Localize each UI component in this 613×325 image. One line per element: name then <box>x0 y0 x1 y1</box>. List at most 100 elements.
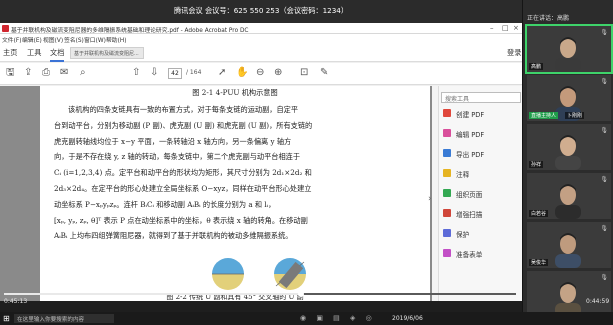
menu-edit[interactable]: 编辑(E) <box>22 35 42 44</box>
tool-label: 导出 PDF <box>456 151 485 159</box>
meeting-title: 腾讯会议 会议号：625 550 253（会议密码：1234） <box>173 6 349 15</box>
participant-name: 高鹏 <box>529 63 544 70</box>
text-line: 向，于是不存在绕 y, z 轴的转动，每条支链中，第二个虎克副与动平台相连于 <box>54 152 301 162</box>
tool-search-input[interactable]: 搜索工具 <box>441 92 521 103</box>
mail-icon[interactable]: ✉ <box>60 67 68 79</box>
text-line: 台到动平台，分别为移动副 (P 副)、虎克副 (U 副) 和虎克副 (U 副)，… <box>54 120 313 130</box>
zoom-out-icon[interactable]: ⊖ <box>256 67 264 79</box>
text-line: [xₚ, yₚ, zₚ, θ]ᵀ 表示 P 点在动坐标系中的坐标，θ 表示绕 x… <box>54 215 308 225</box>
tool-item[interactable]: 组织页面 <box>441 188 521 200</box>
participant-tile[interactable]: 孙祥 🎙 <box>527 124 611 170</box>
tool-item[interactable]: 创建 PDF <box>441 108 521 120</box>
minimize-icon[interactable]: – <box>490 24 494 32</box>
tool-item[interactable]: 编辑 PDF <box>441 128 521 140</box>
page-number-input[interactable]: 42 <box>168 68 182 79</box>
text-line: 动坐标系 P−xₚyₚzₚ。连杆 BᵢCᵢ 和移动副 AᵢBᵢ 的长度分别为 a… <box>54 199 276 209</box>
time-remaining: 0:44:59 <box>586 298 610 305</box>
text-line: 该机构的四条支链具有一致的布置方式，对于每条支链的运动副，自定平 <box>68 105 299 114</box>
save-icon[interactable]: 🖫 <box>6 67 15 79</box>
upload-icon[interactable]: ⇪ <box>24 67 32 79</box>
figure-caption-top: 图 2-1 4-PUU 机构示意图 <box>192 88 278 97</box>
text-line: AᵢBᵢ 上均布四组弹簧阻尼器，就得到了基于并联机构的被动多维隔振系统。 <box>54 231 293 241</box>
mic-icon: 🎙 <box>600 29 608 36</box>
tool-item[interactable]: 导出 PDF <box>441 148 521 160</box>
tool-label: 保护 <box>456 231 470 239</box>
tab-document[interactable]: 文档 <box>50 48 65 62</box>
participant-tile[interactable]: 吴俊华 🎙 <box>527 222 611 268</box>
fit-page-icon[interactable]: ⊡ <box>300 67 308 79</box>
page-total: / 164 <box>186 69 202 76</box>
screen: 腾讯会议 会议号：625 550 253（会议密码：1234） 基于并联机构及磁… <box>0 0 613 325</box>
tools-panel: 搜索工具 创建 PDF 编辑 PDF 导出 PDF 注释组织页面增强扫描保护准备表单 <box>438 86 522 301</box>
tool-icon <box>443 209 451 217</box>
tool-item[interactable]: 保护 <box>441 228 521 240</box>
participant-video <box>555 233 581 268</box>
tool-item[interactable]: 准备表单 <box>441 248 521 260</box>
menu-window[interactable]: 窗口(W) <box>84 35 106 44</box>
mic-icon: 🎙 <box>600 225 608 232</box>
joint-shape-left-bottom <box>212 274 244 290</box>
tool-icon <box>443 249 451 257</box>
video-progress-bar[interactable] <box>0 291 522 297</box>
participant-tile[interactable]: 高鹏 🎙 <box>525 24 613 74</box>
document-area[interactable]: 图 2-1 4-PUU 机构示意图 该机构的四条支链具有一致的布置方式，对于每条… <box>0 86 432 301</box>
menu-file[interactable]: 文件(F) <box>2 35 21 44</box>
host-badge: 直播主持人 <box>529 112 559 119</box>
page-down-icon[interactable]: ⇩ <box>150 67 158 79</box>
hand-icon[interactable]: ✋ <box>236 67 248 79</box>
close-icon[interactable]: × <box>513 24 519 32</box>
participant-tile[interactable]: 🎙 <box>527 271 611 317</box>
progress-knob[interactable] <box>297 291 304 297</box>
text-line: Cᵢ (i=1,2,3,4) 点。定平台和动平台的形状均为矩形，其尺寸分别为 2… <box>54 168 312 178</box>
page-up-icon[interactable]: ⇧ <box>132 67 140 79</box>
tool-label: 组织页面 <box>456 191 483 199</box>
tool-item[interactable]: 注释 <box>441 168 521 180</box>
comment-icon[interactable]: ✎ <box>320 67 328 79</box>
participant-tile[interactable]: 白若谷 🎙 <box>527 173 611 219</box>
tool-label: 创建 PDF <box>456 111 485 119</box>
text-line: 2d₃×2d₄。在定平台的形心处建立全局坐标系 O−xyz，同样在动平台形心处建… <box>54 183 312 193</box>
zoom-in-icon[interactable]: ⊕ <box>274 67 282 79</box>
maximize-icon[interactable]: □ <box>502 24 509 32</box>
participant-tile[interactable]: 直播主持人 卜刚刚 🎙 <box>527 75 611 121</box>
menu-help[interactable]: 帮助(H) <box>106 35 126 44</box>
taskbar-clock: 2019/6/06 <box>392 315 423 322</box>
login-link[interactable]: 登录 <box>507 48 521 58</box>
taskbar-app-icons[interactable]: ◉ ▣ ▤ ◈ ◎ <box>300 314 376 322</box>
pdf-page: 图 2-1 4-PUU 机构示意图 该机构的四条支链具有一致的布置方式，对于每条… <box>40 86 430 301</box>
tool-item[interactable]: 增强扫描 <box>441 208 521 220</box>
tool-label: 编辑 PDF <box>456 131 485 139</box>
select-cursor-icon[interactable]: ➚ <box>218 67 226 79</box>
text-line: 虎克副转轴线均位于 x−y 平面，一条转轴沿 x 轴方向，另一条偏离 y 轴方 <box>54 136 292 146</box>
tab-home[interactable]: 主页 <box>3 48 17 58</box>
participant-name: 孙祥 <box>529 161 544 168</box>
tool-icon <box>443 189 451 197</box>
menu-sign[interactable]: 签名(S) <box>64 35 84 44</box>
participant-video <box>555 37 581 72</box>
print-icon[interactable]: ⎙ <box>42 67 50 79</box>
tool-icon <box>443 229 451 237</box>
taskbar-search-input[interactable]: 在这里输入你要搜索的内容 <box>14 314 114 323</box>
tool-label: 增强扫描 <box>456 211 483 219</box>
body-paragraph: 该机构的四条支链具有一致的布置方式，对于每条支链的运动副，自定平 台到动平台，分… <box>54 102 426 244</box>
participant-name: 卜刚刚 <box>565 112 585 119</box>
collapse-tools-icon[interactable]: › <box>428 194 432 204</box>
search-icon[interactable]: ⌕ <box>80 67 86 79</box>
tab-file[interactable]: 基于并联机构及磁流变阻尼... <box>70 47 144 59</box>
tab-tools[interactable]: 工具 <box>27 48 41 58</box>
acrobat-tab-bar: 主页 工具 文档 基于并联机构及磁流变阻尼... 登录 <box>0 44 522 62</box>
acrobat-menu-bar: 文件(F) 编辑(E) 视图(V) 签名(S) 窗口(W) 帮助(H) <box>0 34 522 44</box>
mic-icon: 🎙 <box>600 127 608 134</box>
tool-icon <box>443 149 451 157</box>
participant-name: 白若谷 <box>529 210 549 217</box>
tool-icon <box>443 129 451 137</box>
progress-fill <box>4 293 301 295</box>
menu-view[interactable]: 视图(V) <box>43 35 63 44</box>
acrobat-window-title: 基于并联机构及磁流变阻尼器的多维隔振系统基础和理论研究.pdf - Adobe … <box>11 28 249 34</box>
windows-start-icon[interactable]: ⊞ <box>3 314 10 323</box>
speaking-indicator: 正在讲话：高鹏 <box>527 15 570 22</box>
joint-shape-left-top <box>212 258 244 274</box>
mic-icon: 🎙 <box>600 274 608 281</box>
participant-panel: 正在讲话：高鹏 高鹏 🎙 直播主持人 卜刚刚 🎙 孙祥 🎙 白若谷 🎙 吴俊华 🎙 🎙 <box>522 0 613 325</box>
taskbar: ⊞ 在这里输入你要搜索的内容 ◉ ▣ ▤ ◈ ◎ 2019/6/06 <box>0 312 613 325</box>
